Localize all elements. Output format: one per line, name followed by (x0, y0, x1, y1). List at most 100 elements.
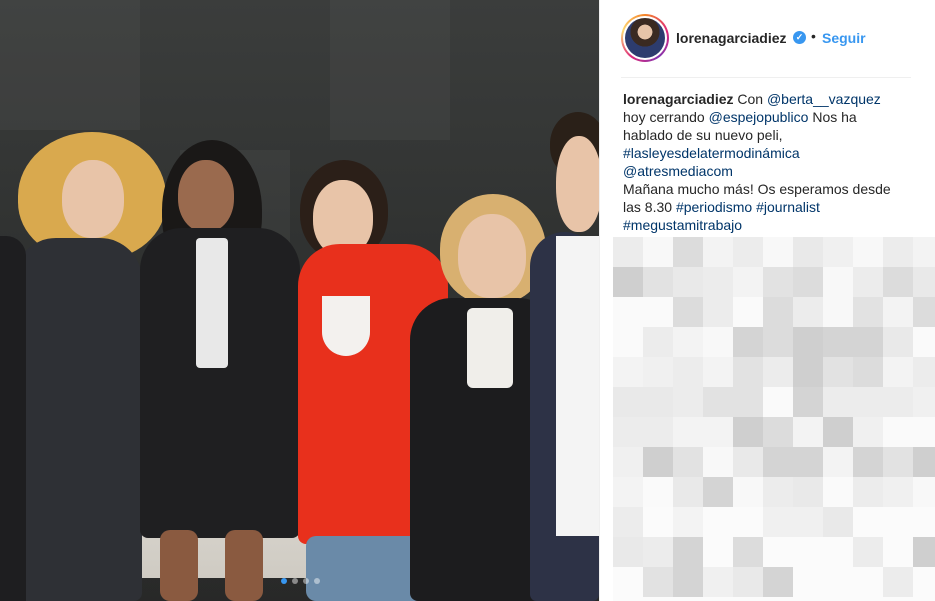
pixelated-block (793, 477, 823, 507)
caption-line: #lasleyesdelatermodinámica (623, 144, 913, 162)
pixelated-block (673, 417, 703, 447)
pixelated-block (733, 267, 763, 297)
pixelated-block (853, 237, 883, 267)
mention-link[interactable]: @espejopublico (709, 109, 809, 125)
pixelated-block (613, 597, 643, 601)
pixelated-block (613, 327, 643, 357)
header-divider (621, 77, 911, 78)
pixelated-block (853, 567, 883, 597)
header-username[interactable]: lorenagarciadiez (676, 30, 787, 46)
pixelated-block (793, 267, 823, 297)
pixelated-block (763, 327, 793, 357)
pixelated-block (703, 447, 733, 477)
pixelated-block (823, 567, 853, 597)
pixelated-block (703, 357, 733, 387)
pixelated-block (763, 567, 793, 597)
pixelated-block (793, 417, 823, 447)
pixelated-block (613, 507, 643, 537)
pixelated-block (913, 237, 935, 267)
carousel-dot[interactable] (303, 578, 309, 584)
pixelated-block (733, 477, 763, 507)
pixelated-block (913, 537, 935, 567)
pixelated-block (853, 297, 883, 327)
pixelated-block (913, 597, 935, 601)
pixelated-block (763, 417, 793, 447)
pixelated-block (883, 417, 913, 447)
pixelated-block (883, 327, 913, 357)
pixelated-block (913, 477, 935, 507)
pixelated-block (733, 507, 763, 537)
caption-text: Mañana mucho más! Os esperamos desde (623, 181, 891, 197)
pixelated-block (853, 387, 883, 417)
pixelated-block (613, 297, 643, 327)
carousel-dot[interactable] (292, 578, 298, 584)
pixelated-block (853, 507, 883, 537)
caption-line: lorenagarciadiez Con @berta__vazquez (623, 90, 913, 108)
pixelated-block (673, 267, 703, 297)
hashtag-link[interactable]: #journalist (756, 199, 820, 215)
pixelated-block (823, 537, 853, 567)
caption-line: @atresmediacom (623, 162, 913, 180)
pixelated-block (883, 507, 913, 537)
pixelated-block (883, 567, 913, 597)
pixelated-block (673, 447, 703, 477)
pixelated-block (853, 477, 883, 507)
comments-area-blurred (613, 237, 935, 601)
pixelated-block (733, 237, 763, 267)
pixelated-block (823, 237, 853, 267)
pixelated-block (763, 537, 793, 567)
avatar[interactable] (621, 14, 669, 62)
hashtag-link[interactable]: #lasleyesdelatermodinámica (623, 145, 800, 161)
pixelated-block (643, 447, 673, 477)
pixelated-block (883, 537, 913, 567)
caption-text: hablado de su nuevo peli, (623, 127, 783, 143)
pixelated-block (823, 327, 853, 357)
pixelated-block (673, 297, 703, 327)
pixelated-block (613, 267, 643, 297)
pixelated-block (613, 417, 643, 447)
pixelated-block (703, 237, 733, 267)
pixelated-block (823, 267, 853, 297)
pixelated-block (793, 357, 823, 387)
pixelated-block (853, 447, 883, 477)
pixelated-block (763, 237, 793, 267)
pixelated-block (733, 387, 763, 417)
caption-line: hoy cerrando @espejopublico Nos ha (623, 108, 913, 126)
pixelated-block (913, 327, 935, 357)
carousel-dot[interactable] (314, 578, 320, 584)
hashtag-link[interactable]: #megustamitrabajo (623, 217, 742, 233)
pixelated-block (613, 357, 643, 387)
pixelated-block (673, 387, 703, 417)
avatar-image (625, 18, 665, 58)
mention-link[interactable]: @atresmediacom (623, 163, 733, 179)
caption-text: las 8.30 (623, 199, 676, 215)
pixelated-block (883, 477, 913, 507)
pixelated-block (643, 357, 673, 387)
caption-username[interactable]: lorenagarciadiez (623, 91, 734, 107)
wall-panel (0, 0, 140, 130)
pixelated-block (673, 597, 703, 601)
follow-button[interactable]: Seguir (822, 30, 866, 46)
pixelated-block (643, 597, 673, 601)
caption-line: hablado de su nuevo peli, (623, 126, 913, 144)
pixelated-block (853, 357, 883, 387)
pixelated-block (673, 477, 703, 507)
pixelated-block (763, 477, 793, 507)
pixelated-block (673, 327, 703, 357)
hashtag-link[interactable]: #periodismo (676, 199, 752, 215)
pixelated-block (913, 267, 935, 297)
pixelated-block (613, 387, 643, 417)
pixelated-block (703, 327, 733, 357)
pixelated-block (643, 477, 673, 507)
mention-link[interactable]: @berta__vazquez (767, 91, 881, 107)
header-separator: • (811, 28, 816, 44)
pixelated-block (613, 567, 643, 597)
pixelated-block (703, 507, 733, 537)
pixelated-block (823, 357, 853, 387)
pixelated-block (643, 387, 673, 417)
post-photo[interactable] (0, 0, 599, 601)
post-caption: lorenagarciadiez Con @berta__vazquez hoy … (623, 90, 913, 234)
carousel-dot[interactable] (281, 578, 287, 584)
pixelated-block (703, 417, 733, 447)
pixelated-block (733, 327, 763, 357)
